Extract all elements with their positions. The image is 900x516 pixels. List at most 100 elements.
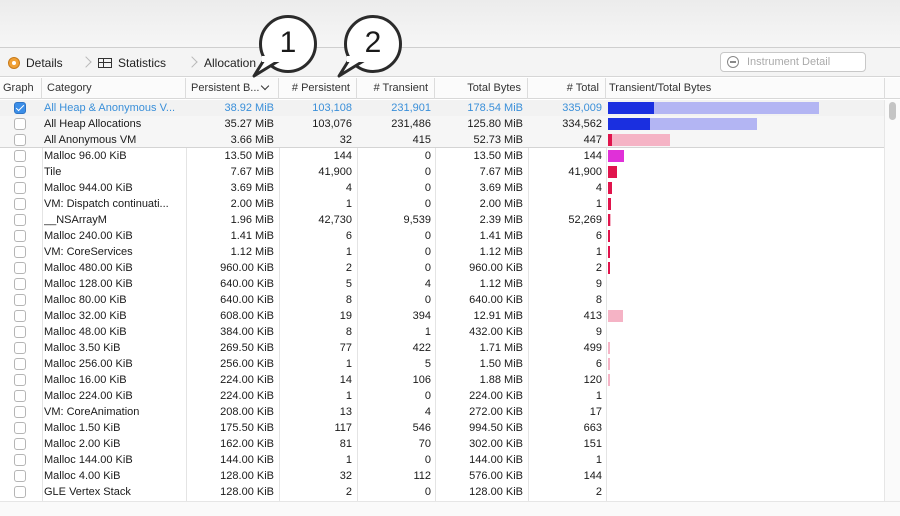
instrument-detail-input[interactable] (747, 56, 857, 68)
table-row[interactable]: VM: Dispatch continuati... 2.00 MiB 1 0 2.00… (0, 196, 884, 212)
table-row[interactable]: Malloc 80.00 KiB 640.00 KiB 8 0 640.00 KiB 8 (0, 292, 884, 308)
callout-2-pointer (337, 56, 367, 78)
table-row[interactable]: All Heap Allocations 35.27 MiB 103,076 231,… (0, 116, 884, 132)
column-category[interactable]: Category (42, 78, 186, 99)
table-row[interactable]: Malloc 32.00 KiB 608.00 KiB 19 394 12.91 MiB… (0, 308, 884, 324)
table-row[interactable]: Malloc 48.00 KiB 384.00 KiB 8 1 432.00 KiB 9 (0, 324, 884, 340)
graph-checkbox[interactable] (14, 214, 26, 226)
persistent-bar (608, 134, 612, 146)
table-row[interactable]: Malloc 128.00 KiB 640.00 KiB 5 4 1.12 MiB 9 (0, 276, 884, 292)
category-cell: Malloc 944.00 KiB (44, 182, 133, 194)
table-row[interactable]: VM: CoreAnimation 208.00 KiB 13 4 272.00 KiB… (0, 404, 884, 420)
table-row[interactable]: Malloc 16.00 KiB 224.00 KiB 14 106 1.88 MiB 1… (0, 372, 884, 388)
graph-checkbox[interactable] (14, 198, 26, 210)
category-cell: Malloc 4.00 KiB (44, 470, 121, 482)
table-row[interactable]: Malloc 3.50 KiB 269.50 KiB 77 422 1.71 MiB 49… (0, 340, 884, 356)
table-row[interactable]: __NSArrayM 1.96 MiB 42,730 9,539 2.39 MiB 52,… (0, 212, 884, 228)
column-persistent-bytes[interactable]: Persistent B... (186, 78, 279, 99)
graph-checkbox[interactable] (14, 182, 26, 194)
graph-checkbox[interactable] (14, 262, 26, 274)
persistent-bytes-cell: 269.50 KiB (220, 342, 274, 354)
graph-checkbox[interactable] (14, 390, 26, 402)
graph-checkbox[interactable] (14, 166, 26, 178)
total-cell: 144 (583, 150, 602, 162)
table-row[interactable]: Tile 7.67 MiB 41,900 0 7.67 MiB 41,900 (0, 164, 884, 180)
table-row[interactable]: All Anonymous VM 3.66 MiB 32 415 52.73 MiB 44… (0, 132, 884, 148)
total-bytes-cell: 1.71 MiB (479, 342, 523, 354)
table-row[interactable]: All Heap & Anonymous V... 38.92 MiB 103,10… (0, 100, 884, 116)
graph-checkbox[interactable] (14, 470, 26, 482)
horizontal-scrollbar[interactable] (0, 501, 900, 516)
table-row[interactable]: Malloc 144.00 KiB 144.00 KiB 1 0 144.00 KiB 1 (0, 452, 884, 468)
persistent-bar (608, 182, 612, 194)
table-row[interactable]: VM: CoreServices 1.12 MiB 1 0 1.12 MiB 1 (0, 244, 884, 260)
graph-checkbox[interactable] (14, 422, 26, 434)
column-persistent[interactable]: # Persistent (279, 78, 357, 99)
column-graph[interactable]: Graph (0, 78, 42, 99)
instrument-detail-field[interactable] (720, 52, 866, 72)
callout-1-pointer (252, 56, 282, 78)
total-bytes-cell: 52.73 MiB (473, 134, 523, 146)
graph-checkbox[interactable] (14, 150, 26, 162)
table-row[interactable]: Malloc 4.00 KiB 128.00 KiB 32 112 576.00 KiB… (0, 468, 884, 484)
total-cell: 41,900 (568, 166, 602, 178)
graph-checkbox[interactable] (14, 102, 26, 114)
graph-checkbox[interactable] (14, 342, 26, 354)
table-icon (98, 57, 112, 68)
chevron-right-icon (82, 55, 92, 71)
total-bytes-cell: 302.00 KiB (469, 438, 523, 450)
category-cell: Malloc 96.00 KiB (44, 150, 127, 162)
persistent-cell: 1 (345, 198, 352, 210)
vertical-scrollbar[interactable] (884, 100, 900, 501)
graph-checkbox[interactable] (14, 230, 26, 242)
total-bytes-cell: 144.00 KiB (469, 454, 523, 466)
table-row[interactable]: GLE Vertex Stack 128.00 KiB 2 0 128.00 KiB 2 (0, 484, 884, 500)
graph-checkbox[interactable] (14, 278, 26, 290)
transient-cell: 1 (424, 326, 431, 338)
transient-cell: 9,539 (403, 214, 431, 226)
total-bytes-cell: 1.12 MiB (479, 278, 523, 290)
graph-checkbox[interactable] (14, 374, 26, 386)
graph-checkbox[interactable] (14, 486, 26, 498)
transient-cell: 415 (412, 134, 431, 146)
graph-checkbox[interactable] (14, 438, 26, 450)
transient-cell: 0 (424, 390, 431, 402)
total-bytes-cell: 7.67 MiB (479, 166, 523, 178)
table-row[interactable]: Malloc 240.00 KiB 1.41 MiB 6 0 1.41 MiB 6 (0, 228, 884, 244)
graph-checkbox[interactable] (14, 454, 26, 466)
column-transient-total-bytes[interactable]: Transient/Total Bytes (606, 78, 885, 99)
total-bytes-cell: 1.12 MiB (479, 246, 523, 258)
table-row[interactable]: Malloc 480.00 KiB 960.00 KiB 2 0 960.00 KiB 2 (0, 260, 884, 276)
total-cell: 2 (595, 486, 602, 498)
breadcrumb-statistics[interactable]: Statistics (98, 48, 166, 77)
graph-checkbox[interactable] (14, 406, 26, 418)
category-cell: Malloc 144.00 KiB (44, 454, 133, 466)
table-row[interactable]: Malloc 96.00 KiB 13.50 MiB 144 0 13.50 MiB 14… (0, 148, 884, 164)
total-bytes-cell: 12.91 MiB (473, 310, 523, 322)
table-row[interactable]: Malloc 944.00 KiB 3.69 MiB 4 0 3.69 MiB 4 (0, 180, 884, 196)
breadcrumb-details[interactable]: Details (8, 48, 63, 77)
graph-checkbox[interactable] (14, 358, 26, 370)
persistent-cell: 103,076 (312, 118, 352, 130)
graph-checkbox[interactable] (14, 246, 26, 258)
graph-checkbox[interactable] (14, 310, 26, 322)
transient-cell: 0 (424, 230, 431, 242)
table-row[interactable]: Malloc 1.50 KiB 175.50 KiB 117 546 994.50 Ki… (0, 420, 884, 436)
graph-checkbox[interactable] (14, 134, 26, 146)
scrollbar-thumb[interactable] (889, 102, 896, 120)
column-total[interactable]: # Total (528, 78, 606, 99)
table-row[interactable]: Malloc 256.00 KiB 256.00 KiB 1 5 1.50 MiB 6 (0, 356, 884, 372)
category-cell: Malloc 32.00 KiB (44, 310, 127, 322)
graph-checkbox[interactable] (14, 294, 26, 306)
table-row[interactable]: Malloc 224.00 KiB 224.00 KiB 1 0 224.00 KiB 1 (0, 388, 884, 404)
transient-cell: 4 (424, 406, 431, 418)
table-row[interactable]: Malloc 2.00 KiB 162.00 KiB 81 70 302.00 KiB 1… (0, 436, 884, 452)
total-bytes-cell: 178.54 MiB (467, 102, 523, 114)
column-total-bytes[interactable]: Total Bytes (435, 78, 528, 99)
column-transient[interactable]: # Transient (357, 78, 435, 99)
persistent-cell: 8 (345, 294, 352, 306)
total-cell: 1 (595, 454, 602, 466)
graph-checkbox[interactable] (14, 118, 26, 130)
graph-checkbox[interactable] (14, 326, 26, 338)
filter-icon (727, 56, 739, 68)
